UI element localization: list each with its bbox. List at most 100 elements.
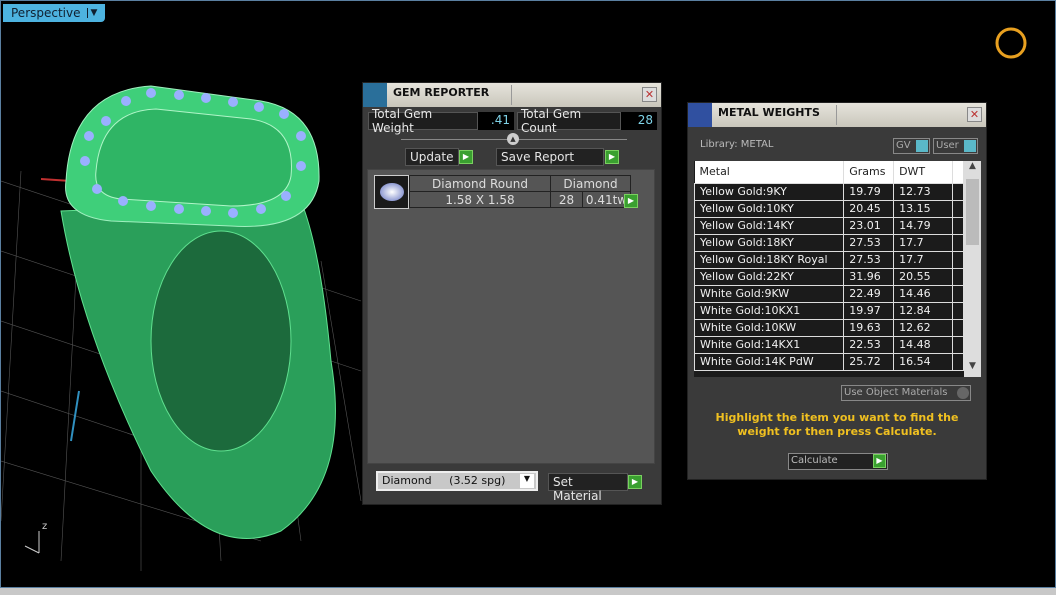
- metal-name: Yellow Gold:10KY: [694, 199, 845, 218]
- panel-title: METAL WEIGHTS: [718, 106, 820, 119]
- total-gem-weight-label: Total Gem Weight: [368, 107, 478, 135]
- view-mode-dropdown[interactable]: Perspective ▼: [3, 4, 106, 22]
- table-row[interactable]: White Gold:10KW 19.63 12.62: [694, 318, 965, 337]
- scrollbar[interactable]: ▲ ▼: [964, 161, 981, 377]
- grams: 22.49: [843, 284, 895, 303]
- dwt: 16.54: [893, 352, 953, 371]
- play-icon[interactable]: ▶: [605, 150, 619, 164]
- total-gem-weight-value: .41: [478, 112, 514, 130]
- table-row[interactable]: Yellow Gold:10KY 20.45 13.15: [694, 199, 965, 218]
- total-gem-count-label: Total Gem Count: [517, 107, 621, 135]
- grams: 25.72: [843, 352, 895, 371]
- scroll-down-icon[interactable]: ▼: [964, 361, 981, 377]
- gem-reporter-titlebar[interactable]: GEM REPORTER ✕: [363, 83, 661, 107]
- view-mode-label: Perspective: [11, 6, 81, 20]
- close-icon[interactable]: ✕: [642, 87, 657, 102]
- gem-material: Diamond: [550, 175, 631, 192]
- grams: 19.97: [843, 301, 895, 320]
- diamond-round-icon: [374, 175, 409, 209]
- grams: 31.96: [843, 267, 895, 286]
- table-row[interactable]: Yellow Gold:22KY 31.96 20.55: [694, 267, 965, 286]
- table-row[interactable]: Yellow Gold:18KY 27.53 17.7: [694, 233, 965, 252]
- metal-name: Yellow Gold:18KY: [694, 233, 845, 252]
- axis-z-label: z: [42, 521, 48, 532]
- metal-name: Yellow Gold:18KY Royal: [694, 250, 845, 269]
- table-row[interactable]: White Gold:14KX1 22.53 14.48: [694, 335, 965, 354]
- total-gem-count-value: 28: [621, 112, 657, 130]
- material-select[interactable]: Diamond (3.52 spg) ▼: [376, 471, 538, 491]
- table-row[interactable]: Yellow Gold:18KY Royal 27.53 17.7: [694, 250, 965, 269]
- table-row[interactable]: White Gold:14K PdW 25.72 16.54: [694, 352, 965, 371]
- metal-name: White Gold:14K PdW: [694, 352, 845, 371]
- axis-gizmo: [24, 531, 40, 554]
- metal-weights-titlebar[interactable]: METAL WEIGHTS ✕: [688, 103, 986, 127]
- gem-count: 28: [550, 191, 583, 208]
- table-row[interactable]: Yellow Gold:9KY 19.79 12.73: [694, 182, 965, 201]
- dwt: 14.79: [893, 216, 953, 235]
- gem-reporter-icon: [363, 83, 387, 107]
- play-icon: ▶: [873, 454, 886, 468]
- scroll-thumb[interactable]: [966, 179, 979, 245]
- status-bar: [0, 588, 1056, 595]
- metal-name: Yellow Gold:14KY: [694, 216, 845, 235]
- column-header-metal[interactable]: Metal: [694, 161, 845, 183]
- dwt: 20.55: [893, 267, 953, 286]
- grams: 19.63: [843, 318, 895, 337]
- instruction-text: Highlight the item you want to find the …: [715, 411, 959, 438]
- table-row[interactable]: White Gold:10KX1 19.97 12.84: [694, 301, 965, 320]
- play-icon[interactable]: ▶: [459, 150, 473, 164]
- dwt: 14.48: [893, 335, 953, 354]
- column-header-grams[interactable]: Grams: [843, 161, 895, 183]
- dwt: 12.62: [893, 318, 953, 337]
- dwt: 12.84: [893, 301, 953, 320]
- play-icon[interactable]: ▶: [624, 194, 638, 208]
- metal-name: Yellow Gold:22KY: [694, 267, 845, 286]
- dwt: 12.73: [893, 182, 953, 201]
- ring-logo-icon: [995, 27, 1027, 59]
- radio-icon: [957, 387, 969, 399]
- gem-size: 1.58 X 1.58: [409, 191, 551, 208]
- calculate-label: Calculate: [791, 455, 838, 466]
- metal-name: White Gold:10KX1: [694, 301, 845, 320]
- save-report-button[interactable]: Save Report: [496, 148, 604, 166]
- play-icon[interactable]: ▶: [628, 475, 642, 489]
- grams: 23.01: [843, 216, 895, 235]
- use-object-materials-toggle[interactable]: Use Object Materials: [841, 385, 971, 401]
- update-button[interactable]: Update: [405, 148, 459, 166]
- gem-shape: Diamond Round: [409, 175, 551, 192]
- table-row[interactable]: Yellow Gold:14KY 23.01 14.79: [694, 216, 965, 235]
- dwt: 14.46: [893, 284, 953, 303]
- chevron-down-icon: ▼: [520, 474, 534, 488]
- dwt: 17.7: [893, 233, 953, 252]
- chevron-down-icon: ▼: [86, 8, 97, 18]
- collapse-toggle-icon[interactable]: ▲: [507, 133, 519, 145]
- use-object-materials-label: Use Object Materials: [844, 387, 948, 398]
- metal-table: Metal Grams DWT Yellow Gold:9KY 19.79 12.73 Y…: [694, 161, 981, 377]
- calculate-button[interactable]: Calculate ▶: [788, 453, 888, 470]
- dwt: 17.7: [893, 250, 953, 269]
- grams: 22.53: [843, 335, 895, 354]
- grams: 27.53: [843, 250, 895, 269]
- column-header-dwt[interactable]: DWT: [893, 161, 953, 183]
- metal-weights-panel: METAL WEIGHTS ✕ Library: METAL GVGV User…: [687, 102, 987, 480]
- metal-name: White Gold:14KX1: [694, 335, 845, 354]
- grams: 20.45: [843, 199, 895, 218]
- metal-name: White Gold:10KW: [694, 318, 845, 337]
- gv-toggle[interactable]: GVGV: [893, 138, 930, 154]
- gem-list: Diamond Round Diamond 1.58 X 1.58 28 0.41tw…: [367, 169, 655, 464]
- set-material-button[interactable]: Set Material: [548, 473, 628, 503]
- table-row[interactable]: White Gold:9KW 22.49 14.46: [694, 284, 965, 303]
- close-icon[interactable]: ✕: [967, 107, 982, 122]
- gem-list-item[interactable]: Diamond Round Diamond 1.58 X 1.58 28 0.41tw…: [374, 175, 638, 209]
- user-label: User: [936, 140, 959, 151]
- user-toggle[interactable]: User: [933, 138, 978, 154]
- library-label: Library: METAL: [700, 139, 774, 150]
- material-select-value: Diamond (3.52 spg): [382, 474, 506, 487]
- scroll-up-icon[interactable]: ▲: [964, 161, 981, 177]
- metal-name: Yellow Gold:9KY: [694, 182, 845, 201]
- dwt: 13.15: [893, 199, 953, 218]
- metal-weights-icon: [688, 103, 712, 127]
- gem-reporter-panel: GEM REPORTER ✕ Total Gem Weight .41 Tota…: [362, 82, 662, 505]
- grams: 19.79: [843, 182, 895, 201]
- metal-name: White Gold:9KW: [694, 284, 845, 303]
